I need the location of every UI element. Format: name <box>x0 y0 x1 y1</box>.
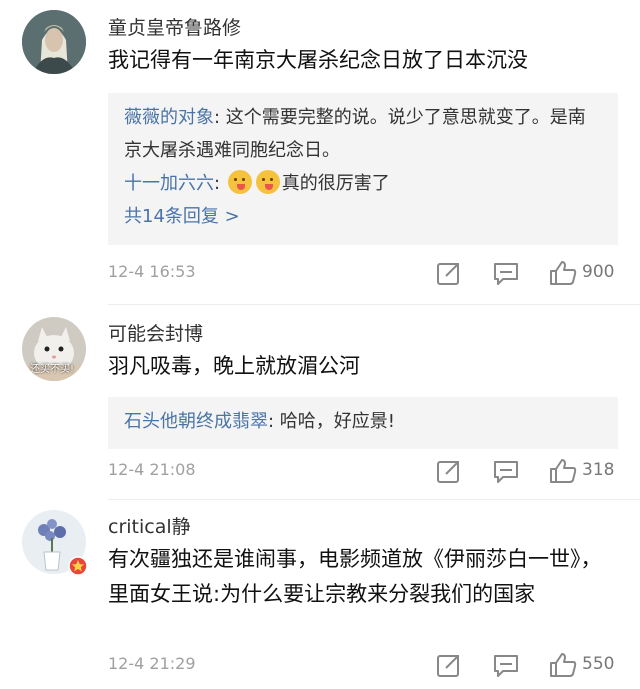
verified-badge-icon <box>68 556 88 576</box>
elf-warrior-avatar-icon <box>22 10 86 74</box>
comment-text: 我记得有一年南京大屠杀纪念日放了日本沉没 <box>108 48 528 72</box>
like-count: 900 <box>582 262 615 282</box>
reply-box[interactable]: 石头他朝终成翡翠: 哈哈，好应景! <box>108 397 618 449</box>
comment-icon[interactable] <box>491 650 521 680</box>
reply-username[interactable]: 石头他朝终成翡翠 <box>124 411 268 432</box>
username[interactable]: 可能会封博 <box>108 319 203 346</box>
reply-username[interactable]: 薇薇的对象 <box>124 107 214 128</box>
comment-meta: 12-4 21:29 550 <box>108 650 618 680</box>
comment-item: 还买不买! 可能会封博 羽凡吸毒，晚上就放湄公河 石头他朝终成翡翠: 哈哈，好应… <box>0 305 640 495</box>
share-icon[interactable] <box>434 650 464 680</box>
comment-item: critical静 有次疆独还是谁闹事，电影频道放《伊丽莎白一世》，里面女王说:… <box>0 500 640 689</box>
like-count: 318 <box>582 460 615 480</box>
share-icon[interactable] <box>434 258 464 288</box>
comment-icon[interactable] <box>491 456 521 486</box>
timestamp: 12-4 21:29 <box>108 654 196 673</box>
reply-box[interactable]: 薇薇的对象: 这个需要完整的说。说少了意思就变了。是南京大屠杀遇难同胞纪念日。 … <box>108 93 618 245</box>
timestamp: 12-4 16:53 <box>108 262 196 281</box>
drooling-face-emoji-icon <box>255 170 280 194</box>
reply-line: 薇薇的对象: 这个需要完整的说。说少了意思就变了。是南京大屠杀遇难同胞纪念日。 <box>124 107 586 161</box>
avatar[interactable]: 还买不买! <box>22 317 86 381</box>
avatar[interactable] <box>22 10 86 74</box>
comment-text: 有次疆独还是谁闹事，电影频道放《伊丽莎白一世》，里面女王说:为什么要让宗教来分裂… <box>108 547 602 606</box>
avatar-caption: 还买不买! <box>30 364 75 375</box>
reply-username[interactable]: 十一加六六 <box>124 173 214 194</box>
timestamp: 12-4 21:08 <box>108 460 196 479</box>
username[interactable]: 童贞皇帝鲁路修 <box>108 13 241 40</box>
comment-icon[interactable] <box>491 258 521 288</box>
reply-line: 石头他朝终成翡翠: 哈哈，好应景! <box>124 411 396 432</box>
comment-meta: 12-4 16:53 900 <box>108 258 618 288</box>
more-replies-link[interactable]: 共14条回复 > <box>124 200 602 233</box>
drooling-face-emoji-icon <box>227 170 252 194</box>
thumbs-up-icon[interactable] <box>548 258 578 288</box>
comment-meta: 12-4 21:08 318 <box>108 456 618 486</box>
share-icon[interactable] <box>434 456 464 486</box>
thumbs-up-icon[interactable] <box>548 650 578 680</box>
comment-text: 羽凡吸毒，晚上就放湄公河 <box>108 354 360 378</box>
reply-text: 哈哈，好应景! <box>279 411 396 432</box>
username[interactable]: critical静 <box>108 512 191 539</box>
like-count: 550 <box>582 654 615 674</box>
thumbs-up-icon[interactable] <box>548 456 578 486</box>
reply-text: 真的很厉害了 <box>281 173 390 194</box>
reply-line: 十一加六六: 真的很厉害了 <box>124 167 602 200</box>
comment-item: 童贞皇帝鲁路修 我记得有一年南京大屠杀纪念日放了日本沉没 薇薇的对象: 这个需要… <box>0 0 640 300</box>
